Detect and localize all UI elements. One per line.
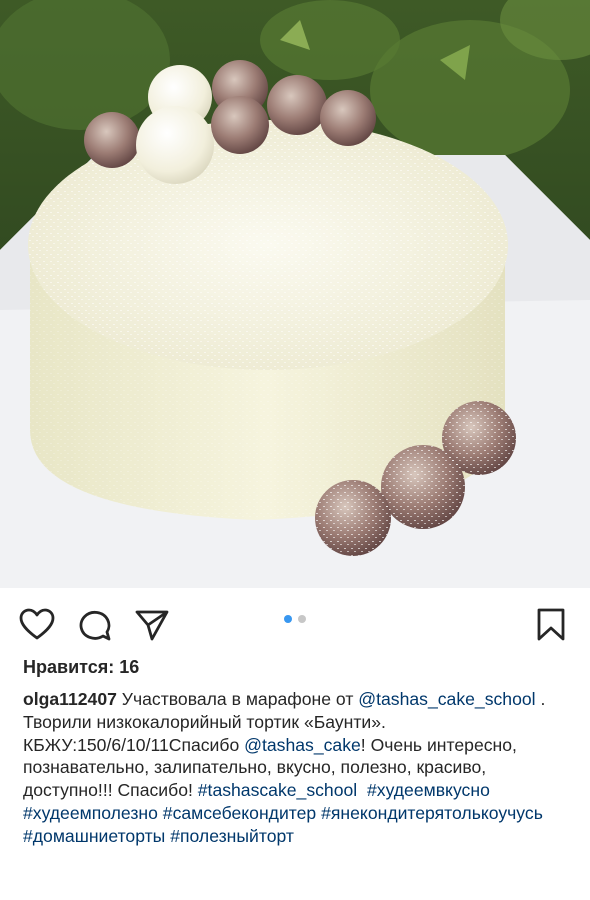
share-button[interactable] (133, 606, 171, 644)
like-button[interactable] (18, 606, 56, 644)
hashtag-link[interactable]: #худеемполезно (23, 803, 158, 823)
caption-username[interactable]: olga112407 (23, 689, 117, 709)
hashtag-link[interactable]: #янекондитерятолькоучусь (321, 803, 543, 823)
post-actions-bar (0, 588, 590, 658)
comment-bubble-icon (79, 610, 111, 641)
save-button[interactable] (532, 606, 570, 644)
hashtag-link[interactable]: #домашниеторты (23, 826, 165, 846)
hashtag-link[interactable]: #tashascake_school (198, 780, 357, 800)
hashtag-link[interactable]: #полезныйторт (170, 826, 294, 846)
heart-icon (19, 608, 55, 640)
caption-text-1: Участвовала в марафоне от (116, 689, 359, 709)
carousel-dot-active (284, 615, 292, 623)
hashtag-link[interactable]: #худеемвкусно (367, 780, 490, 800)
caption-mention[interactable]: @tashas_cake (244, 735, 361, 755)
comment-button[interactable] (76, 606, 114, 644)
paper-plane-icon (135, 610, 169, 641)
post-caption: olga112407 Участвовала в марафоне от @ta… (23, 688, 575, 848)
post-photo[interactable] (0, 0, 590, 588)
caption-mention[interactable]: @tashas_cake_school (358, 689, 535, 709)
bookmark-icon (537, 608, 565, 641)
cake-photo-illustration (0, 0, 590, 588)
likes-count[interactable]: Нравится: 16 (23, 657, 139, 678)
hashtag-link[interactable]: #самсебекондитер (163, 803, 316, 823)
carousel-dot-inactive (298, 615, 306, 623)
